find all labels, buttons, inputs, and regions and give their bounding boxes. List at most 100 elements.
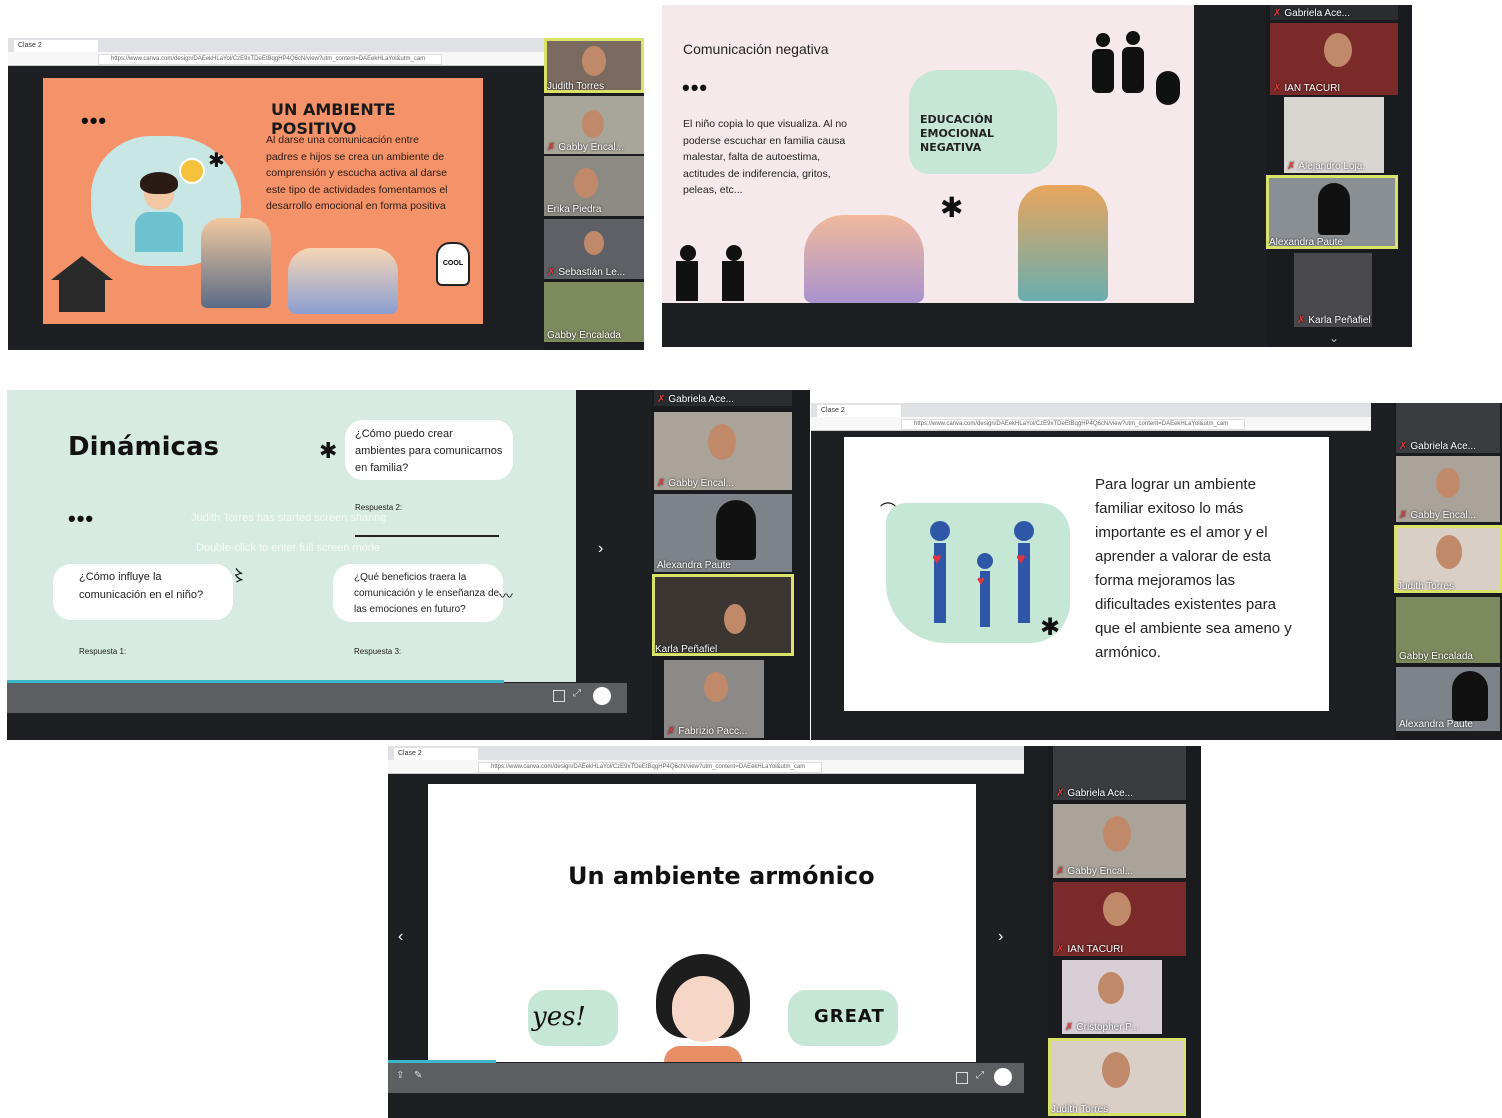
participant-tile[interactable]: Gabby Encalada	[544, 282, 644, 342]
participant-name: Cristopher P...	[1076, 1022, 1140, 1033]
sun-icon	[179, 158, 205, 184]
participant-tile[interactable]: ✗ Cristopher P...	[1062, 960, 1162, 1034]
participant-tile[interactable]: ✗ Gabby Encal...	[544, 96, 644, 154]
heart-icon: ♥	[932, 551, 942, 568]
flower-icon: ✱	[319, 438, 338, 463]
participant-tile[interactable]: ✗ Gabby Encal...	[1396, 456, 1500, 522]
next-slide-button[interactable]: ›	[998, 928, 1003, 946]
address-bar[interactable]: https://www.canva.com/design/DAEekHLaYol…	[478, 762, 822, 773]
address-bar[interactable]: https://www.canva.com/design/DAEekHLaYol…	[98, 54, 442, 65]
participant-tile[interactable]: ✗ Karla Peñafiel	[1294, 253, 1372, 327]
expand-icon[interactable]: ⤢	[573, 688, 581, 699]
address-bar[interactable]: https://www.canva.com/design/DAEekHLaYol…	[901, 419, 1245, 430]
participant-tile[interactable]: Judith Torres	[1394, 525, 1502, 593]
participant-tile[interactable]: Erika Piedra	[544, 156, 644, 216]
screenshot-panel-5: Clase 2 https://www.canva.com/design/DAE…	[388, 746, 1201, 1118]
answer-line	[355, 535, 499, 537]
participant-tile[interactable]: Alexandra Paute	[654, 494, 792, 572]
share-icon[interactable]: ⇪	[396, 1070, 404, 1081]
participant-name: Judith Torres	[547, 81, 605, 92]
participants-sidebar: ✗ Gabriela Ace... ✗ Gabby Encal... Alexand…	[652, 390, 810, 740]
expand-icon[interactable]: ⤢	[976, 1070, 984, 1081]
participant-tile[interactable]: ✗ Gabby Encal...	[654, 412, 792, 490]
participant-tile[interactable]: Judith Torres	[544, 38, 644, 93]
participant-tile[interactable]: ✗ IAN TACURI	[1270, 23, 1398, 95]
participant-name: Gabriela Ace...	[1067, 788, 1133, 799]
participant-name: Gabby Encal...	[668, 478, 734, 489]
mic-muted-icon: ✗	[547, 267, 556, 278]
participant-name: Alejandro Loja.	[1298, 161, 1366, 172]
screenshot-panel-1: Clase 2 https://www.canva.com/design/DAE…	[8, 38, 644, 350]
participant-name: Alexandra Paute	[1269, 237, 1343, 248]
canva-logo[interactable]	[593, 687, 611, 705]
participant-name: Karla Peñafiel	[655, 644, 718, 655]
mic-muted-icon: ✗	[657, 478, 666, 489]
mother-hair	[140, 172, 178, 194]
browser-tab[interactable]: Clase 2	[817, 405, 901, 417]
participant-tile[interactable]: ✗ Sebastián Le...	[544, 219, 644, 279]
participant-name: Gabby Encalada	[547, 330, 621, 341]
slide-title: Dinámicas	[68, 432, 219, 462]
slide-body: Para lograr un ambiente familiar exitoso…	[1095, 476, 1292, 661]
participant-tile[interactable]: Gabby Encalada	[1396, 597, 1500, 663]
answer-label: Respuesta 1:	[79, 647, 127, 656]
answer-label: Respuesta 2:	[355, 503, 403, 512]
participant-tile[interactable]: ✗ Gabby Encal...	[1053, 804, 1186, 878]
squiggle-icon: 〰	[499, 588, 513, 604]
squiggle-icon: 〻	[231, 568, 248, 585]
participants-sidebar: ✗ Gabriela Ace... ✗ Gabby Encal... Judith …	[1394, 403, 1502, 740]
participant-tile[interactable]: Karla Peñafiel	[652, 574, 794, 656]
participant-tile[interactable]: ✗ Fabrizio Pacc...	[664, 660, 764, 738]
cool-icon: COOL	[436, 242, 470, 286]
browser-tab[interactable]: Clase 2	[394, 748, 478, 760]
participant-tile[interactable]: ✗ Gabriela Ace...	[1270, 5, 1398, 20]
participant-name: Fabrizio Pacc...	[678, 726, 748, 737]
present-icon[interactable]	[553, 690, 565, 702]
participant-tile[interactable]: ✗ IAN TACURI	[1053, 882, 1186, 956]
participant-tile[interactable]: ✗ Alejandro Loja.	[1284, 97, 1384, 173]
mother-body	[135, 212, 183, 252]
parent-figure	[1004, 521, 1044, 631]
chevron-down-icon[interactable]: ⌄	[1329, 331, 1339, 345]
present-icon[interactable]	[956, 1072, 968, 1084]
participant-tile[interactable]: Alexandra Paute	[1396, 667, 1500, 731]
participant-name: Gabby Encal...	[558, 142, 624, 153]
shouting-figures	[1090, 21, 1180, 107]
heart-icon: ♥	[977, 573, 985, 588]
grandparents-family	[201, 218, 271, 308]
participant-name: IAN TACURI	[1067, 944, 1124, 955]
participants-sidebar: ✗ Gabriela Ace... ✗ IAN TACURI ✗ Alejandro …	[1266, 5, 1412, 347]
yes-label: yes!	[532, 1002, 586, 1032]
participant-tile[interactable]: ✗ Gabriela Ace...	[1053, 746, 1186, 800]
participant-name: Sebastián Le...	[558, 267, 626, 278]
browser-chrome: Clase 2 https://www.canva.com/design/DAE…	[388, 746, 1024, 774]
flower-icon: ✱	[940, 192, 964, 223]
canva-logo[interactable]	[994, 1068, 1012, 1086]
browser-tab[interactable]: Clase 2	[14, 40, 98, 52]
slide: Un ambiente armónico yes! GREAT	[428, 784, 976, 1062]
slide-dots: •••	[81, 108, 108, 133]
screenshot-panel-3: Dinámicas ••• ✱ ¿Cómo puedo crear ambien…	[7, 390, 810, 740]
slide-dots: •••	[682, 75, 709, 100]
browser-chrome: Clase 2 https://www.canva.com/design/DAE…	[811, 403, 1371, 431]
participant-tile[interactable]: ✗ Gabriela Ace...	[1396, 403, 1500, 453]
flower-icon: ✱	[1040, 614, 1061, 641]
tug-of-war-family	[804, 215, 924, 303]
fullscreen-hint: Double-click to enter full screen mode	[196, 542, 381, 554]
next-slide-button[interactable]: ›	[598, 540, 603, 558]
mic-muted-icon: ✗	[1273, 83, 1282, 94]
prev-slide-button[interactable]: ‹	[398, 928, 403, 946]
participant-name: Karla Peñafiel	[1308, 315, 1371, 326]
participant-tile[interactable]: Judith Torres	[1048, 1038, 1186, 1116]
question-text: ¿Qué beneficios traera la comunicación y…	[354, 572, 500, 615]
participant-name: Gabriela Ace...	[1410, 441, 1476, 452]
mic-muted-icon: ✗	[1399, 510, 1408, 521]
pencil-icon[interactable]: ✎	[414, 1070, 422, 1081]
browser-chrome: Clase 2 https://www.canva.com/design/DAE…	[8, 38, 544, 66]
mic-muted-icon: ✗	[1056, 788, 1065, 799]
participant-tile[interactable]: ✗ Gabriela Ace...	[654, 390, 792, 406]
mic-muted-icon: ✗	[657, 394, 666, 405]
presentation-footer	[388, 1063, 1024, 1093]
screenshot-panel-2: Comunicación negativa ••• El niño copia …	[662, 5, 1412, 347]
participant-tile[interactable]: Alexandra Paute	[1266, 175, 1398, 249]
